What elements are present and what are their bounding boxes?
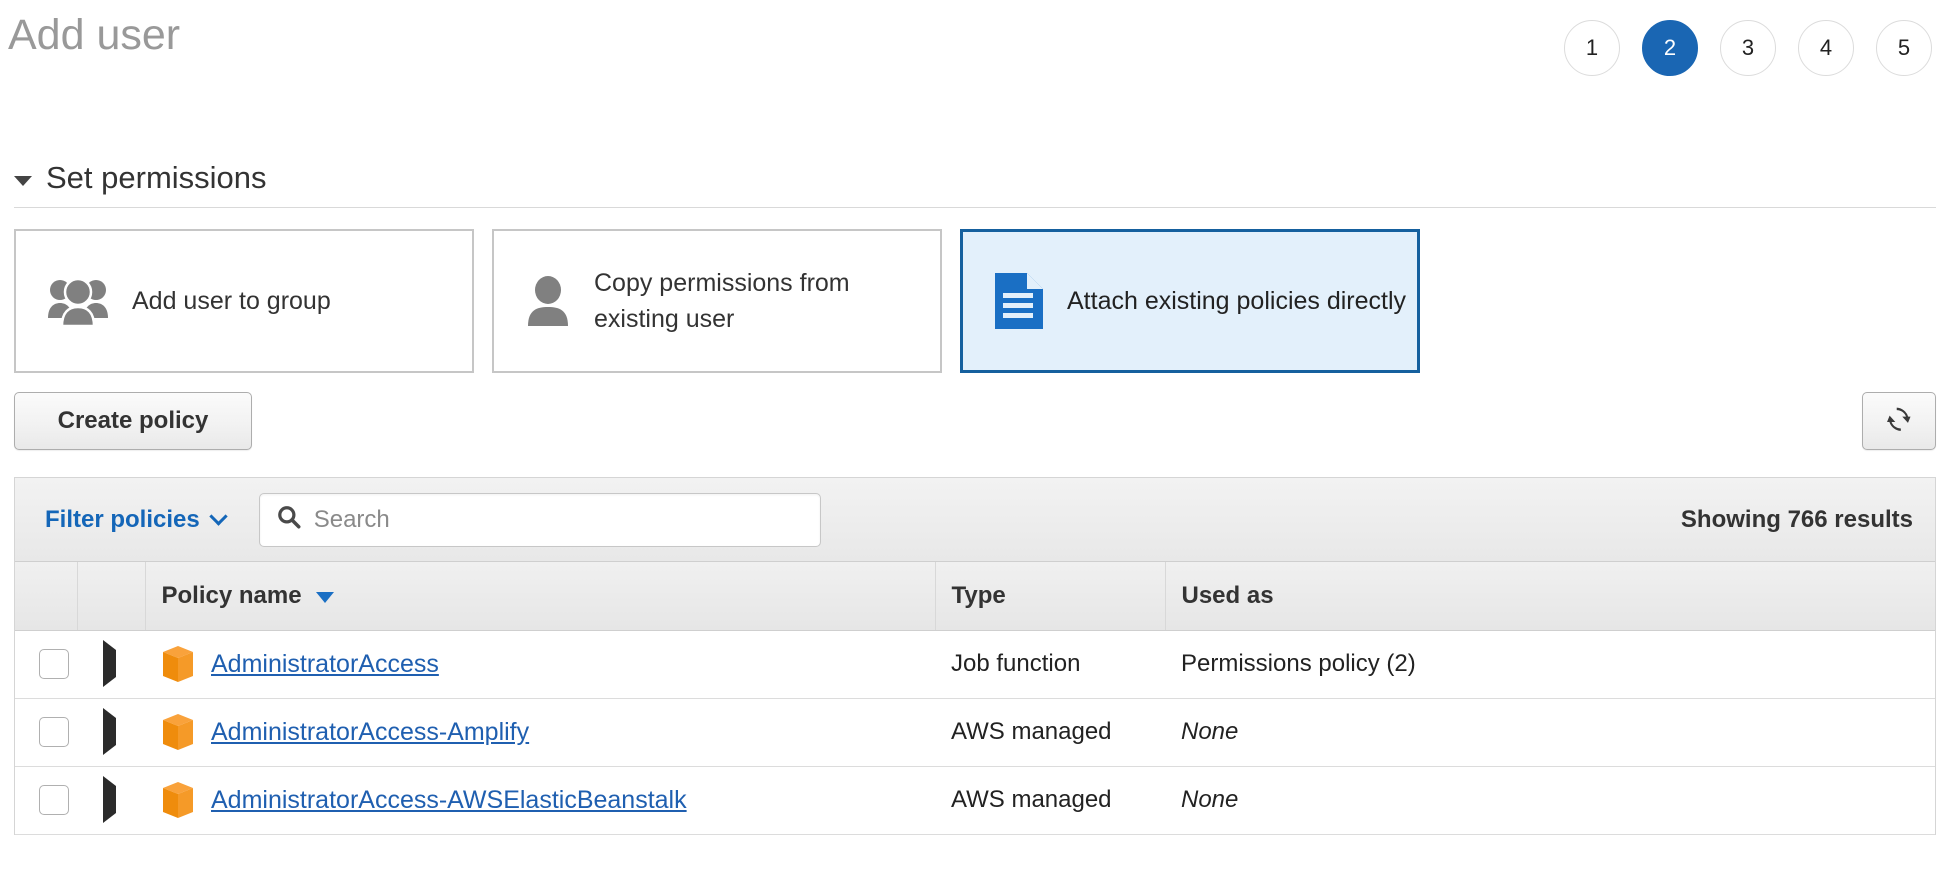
row-checkbox-cell[interactable] [15, 630, 77, 699]
option-label: Attach existing policies directly [1067, 287, 1407, 315]
policies-table: Policy name Type Used as AdministratorAc… [15, 562, 1935, 835]
header-expand [77, 562, 146, 631]
caret-down-icon[interactable] [14, 175, 32, 186]
section-title: Set permissions [46, 160, 267, 195]
filter-policies-label: Filter policies [45, 505, 200, 533]
policy-cube-icon [161, 781, 195, 819]
header-type[interactable]: Type [935, 562, 1166, 631]
search-placeholder: Search [313, 505, 390, 533]
row-checkbox[interactable] [39, 785, 69, 815]
filter-policies-dropdown[interactable]: Filter policies [45, 505, 228, 534]
header-policy-name[interactable]: Policy name [145, 562, 936, 631]
row-policy-name-cell: AdministratorAccess-Amplify [145, 698, 935, 767]
step-2[interactable]: 2 [1642, 20, 1698, 76]
step-indicator: 1 2 3 4 5 [1564, 20, 1932, 76]
create-policy-button[interactable]: Create policy [14, 392, 252, 450]
group-icon [46, 276, 110, 328]
step-5[interactable]: 5 [1876, 20, 1932, 76]
policy-cube-icon [161, 645, 195, 683]
row-checkbox-cell[interactable] [15, 698, 77, 767]
policy-name-link[interactable]: AdministratorAccess [211, 650, 439, 679]
section-divider [14, 207, 1936, 208]
refresh-icon [1884, 404, 1914, 439]
page-header: Add user 1 2 3 4 5 [0, 0, 1950, 100]
row-expand-cell[interactable] [77, 630, 145, 699]
policies-panel: Filter policies Search Showing 766 resul… [14, 477, 1936, 835]
sort-desc-icon [315, 592, 334, 604]
header-policy-name-label: Policy name [161, 581, 302, 609]
row-checkbox[interactable] [39, 717, 69, 747]
step-3[interactable]: 3 [1720, 20, 1776, 76]
refresh-button[interactable] [1862, 392, 1936, 450]
option-add-user-to-group[interactable]: Add user to group [14, 229, 474, 373]
page-title: Add user [8, 11, 181, 59]
table-header-row: Policy name Type Used as [15, 562, 1935, 631]
set-permissions-header[interactable]: Set permissions [14, 160, 267, 196]
table-row[interactable]: AdministratorAccess Job function Permiss… [15, 630, 1935, 699]
table-row[interactable]: AdministratorAccess-AWSElasticBeanstalk … [15, 766, 1935, 835]
add-user-page: Add user 1 2 3 4 5 Set permissions Add u… [0, 0, 1950, 882]
person-icon [524, 276, 572, 326]
expand-triangle-icon[interactable] [103, 640, 116, 687]
expand-triangle-icon[interactable] [103, 708, 116, 755]
option-attach-policies[interactable]: Attach existing policies directly [960, 229, 1420, 373]
row-expand-cell[interactable] [77, 766, 145, 835]
expand-triangle-icon[interactable] [103, 776, 116, 823]
chevron-down-icon [209, 507, 228, 526]
row-policy-name-cell: AdministratorAccess [145, 630, 935, 699]
row-type-cell: AWS managed [935, 698, 1165, 767]
policy-name-link[interactable]: AdministratorAccess-AWSElasticBeanstalk [211, 786, 687, 815]
header-used-as[interactable]: Used as [1165, 562, 1935, 631]
policy-name-link[interactable]: AdministratorAccess-Amplify [211, 718, 529, 747]
row-expand-cell[interactable] [77, 698, 145, 767]
search-icon [276, 504, 302, 535]
policy-cube-icon [161, 713, 195, 751]
row-checkbox[interactable] [39, 649, 69, 679]
option-label: Copy permissions from existing user [594, 269, 850, 333]
option-copy-permissions[interactable]: Copy permissions from existing user [492, 229, 942, 373]
permission-options: Add user to group Copy permissions from … [14, 229, 1420, 373]
row-type-cell: Job function [935, 630, 1165, 699]
search-input[interactable]: Search [258, 492, 821, 547]
option-label: Add user to group [132, 287, 331, 315]
filter-bar: Filter policies Search Showing 766 resul… [15, 478, 1935, 562]
row-type-cell: AWS managed [935, 766, 1165, 835]
results-count: Showing 766 results [1680, 505, 1913, 533]
header-select-all[interactable] [15, 562, 78, 631]
row-used-as-cell: None [1165, 766, 1935, 835]
step-1[interactable]: 1 [1564, 20, 1620, 76]
step-4[interactable]: 4 [1798, 20, 1854, 76]
row-used-as-cell: Permissions policy (2) [1165, 630, 1935, 699]
table-row[interactable]: AdministratorAccess-Amplify AWS managed … [15, 698, 1935, 767]
row-used-as-cell: None [1165, 698, 1935, 767]
document-icon [993, 271, 1045, 331]
row-checkbox-cell[interactable] [15, 766, 77, 835]
row-policy-name-cell: AdministratorAccess-AWSElasticBeanstalk [145, 766, 935, 835]
